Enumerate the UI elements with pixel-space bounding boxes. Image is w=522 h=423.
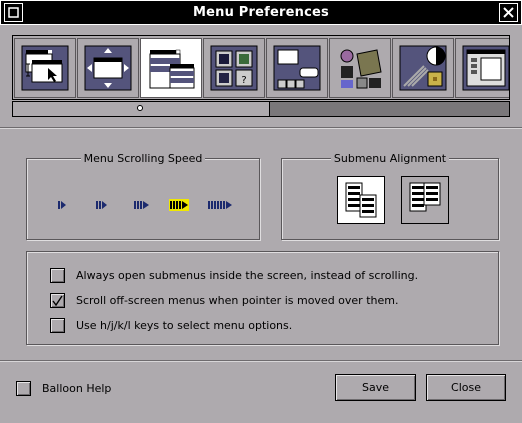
save-button[interactable]: Save — [335, 374, 416, 401]
submenu-alignment-title-row: Submenu Alignment — [282, 152, 498, 165]
speed-1-icon — [58, 201, 66, 209]
menu-icon — [149, 49, 195, 89]
speed-2-icon — [96, 201, 107, 209]
speed-1-button[interactable] — [58, 199, 67, 211]
close-button[interactable]: Close — [426, 374, 506, 401]
scrolling-speed-title-row: Menu Scrolling Speed — [27, 152, 259, 165]
submenu-alignment-group: Submenu Alignment — [281, 152, 499, 240]
close-icon — [503, 7, 514, 18]
option-inside-screen-row[interactable]: Always open submenus inside the screen, … — [50, 267, 418, 283]
separator — [0, 127, 522, 129]
expert-icon — [462, 45, 509, 91]
title-bar: Menu Preferences — [0, 0, 522, 25]
option-hjkl-keys-row[interactable]: Use h/j/k/l keys to select menu options. — [50, 317, 292, 333]
icon-strip-scrollbar[interactable] — [12, 101, 510, 117]
align-aligned-button[interactable] — [337, 176, 385, 224]
aligned-submenu-icon — [345, 182, 377, 218]
scrolling-speed-group: Menu Scrolling Speed — [26, 152, 260, 240]
align-tiled-button[interactable] — [401, 176, 449, 224]
window-pointer-icon — [21, 45, 69, 91]
scrollbar-thumb[interactable] — [13, 102, 270, 116]
svg-text:?: ? — [241, 75, 246, 86]
separator — [0, 360, 522, 362]
balloon-help-checkbox[interactable] — [16, 380, 31, 396]
prefs-menu-button[interactable] — [140, 38, 202, 98]
balloon-help-row[interactable]: Balloon Help — [16, 380, 111, 396]
window-resize-icon — [84, 45, 132, 91]
prefs-expert-button[interactable] — [455, 38, 509, 98]
prefs-workspace-button[interactable] — [329, 38, 391, 98]
prefs-resize-button[interactable] — [77, 38, 139, 98]
tiled-submenu-icon — [409, 182, 441, 212]
speed-4-button[interactable] — [169, 199, 190, 211]
prefs-applications-button[interactable]: ? — [203, 38, 265, 98]
speed-3-icon — [134, 201, 149, 209]
prefs-appearance-button[interactable] — [392, 38, 454, 98]
option-hjkl-keys-label: Use h/j/k/l keys to select menu options. — [76, 318, 293, 332]
prefs-dock-button[interactable] — [266, 38, 328, 98]
scrollbar-grip-icon — [137, 105, 143, 111]
close-window-button[interactable] — [499, 3, 518, 22]
speed-4-icon — [169, 199, 189, 211]
applications-icon: ? — [210, 45, 258, 91]
option-inside-screen-checkbox[interactable] — [50, 267, 65, 283]
option-scroll-offscreen-checkbox[interactable] — [50, 292, 65, 308]
speed-5-icon — [208, 201, 232, 209]
preferences-icon-strip: ? — [12, 35, 510, 100]
option-scroll-offscreen-row[interactable]: Scroll off-screen menus when pointer is … — [50, 292, 398, 308]
workspace-icon — [337, 46, 383, 90]
appearance-icon — [399, 45, 447, 91]
prefs-window-button[interactable] — [14, 38, 76, 98]
balloon-help-label: Balloon Help — [42, 381, 112, 395]
submenu-alignment-title: Submenu Alignment — [330, 152, 450, 165]
option-scroll-offscreen-label: Scroll off-screen menus when pointer is … — [76, 293, 399, 307]
window-title: Menu Preferences — [193, 5, 329, 20]
scrolling-speed-title: Menu Scrolling Speed — [80, 152, 206, 165]
speed-5-button[interactable] — [208, 199, 233, 211]
option-hjkl-keys-checkbox[interactable] — [50, 317, 65, 333]
checkmark-icon — [52, 295, 63, 306]
option-inside-screen-label: Always open submenus inside the screen, … — [76, 268, 419, 282]
speed-3-button[interactable] — [134, 199, 149, 211]
speed-2-button[interactable] — [96, 199, 107, 211]
dock-icon — [273, 45, 321, 91]
